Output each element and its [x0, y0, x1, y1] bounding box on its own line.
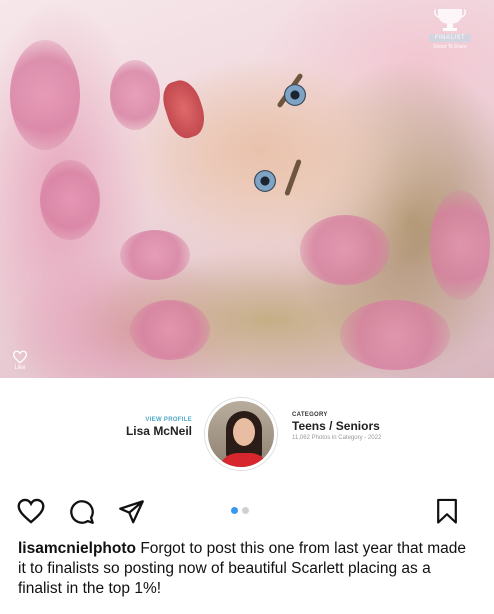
finalist-badge: FINALIST Shoot 'N Share: [424, 6, 476, 62]
heart-icon: [17, 498, 45, 524]
avatar[interactable]: [205, 398, 277, 470]
photographer-name: Lisa McNeil: [125, 424, 192, 438]
lips-shape: [157, 75, 211, 143]
post-caption: lisamcnielphoto Forgot to post this one …: [18, 539, 478, 599]
carousel-dot-active: [231, 507, 238, 514]
trophy-icon: [434, 6, 466, 32]
like-button[interactable]: [16, 496, 46, 526]
carousel-indicator: [231, 507, 249, 514]
flower-decoration: [130, 300, 210, 360]
badge-subtitle: Shoot 'N Share: [433, 44, 467, 50]
badge-ribbon: FINALIST: [428, 34, 472, 42]
category-info: CATEGORY Teens / Seniors 11,062 Photos i…: [292, 412, 381, 441]
brow-shape: [284, 158, 302, 197]
flower-decoration: [110, 60, 160, 130]
share-button[interactable]: [116, 496, 146, 526]
photographer-strip: VIEW PROFILE Lisa McNeil CATEGORY Teens …: [0, 378, 494, 482]
bookmark-icon: [437, 498, 457, 524]
heart-outline-icon: [12, 350, 28, 364]
flower-decoration: [430, 190, 490, 300]
photographer-info[interactable]: VIEW PROFILE Lisa McNeil: [126, 417, 192, 438]
action-bar: [0, 492, 494, 528]
category-name: Teens / Seniors: [292, 419, 380, 433]
category-label: CATEGORY: [292, 412, 328, 418]
flower-decoration: [120, 230, 190, 280]
flower-decoration: [340, 300, 450, 370]
view-profile-link[interactable]: VIEW PROFILE: [126, 417, 192, 423]
avatar-face: [233, 418, 255, 446]
comment-icon: [69, 499, 94, 524]
post-image[interactable]: FINALIST Shoot 'N Share Like: [0, 0, 494, 378]
like-label: Like: [14, 365, 26, 371]
caption-username[interactable]: lisamcnielphoto: [18, 540, 136, 557]
avatar-shirt: [218, 453, 270, 467]
category-meta: 11,062 Photos in Category - 2022: [292, 435, 382, 441]
flower-decoration: [40, 160, 100, 240]
flower-decoration: [300, 215, 390, 285]
share-icon: [118, 499, 144, 523]
eye-shape: [284, 84, 306, 106]
save-button[interactable]: [432, 496, 462, 526]
image-like-button[interactable]: Like: [12, 350, 28, 371]
eye-shape: [254, 170, 276, 192]
comment-button[interactable]: [66, 496, 96, 526]
flower-decoration: [10, 40, 80, 150]
carousel-dot: [242, 507, 249, 514]
